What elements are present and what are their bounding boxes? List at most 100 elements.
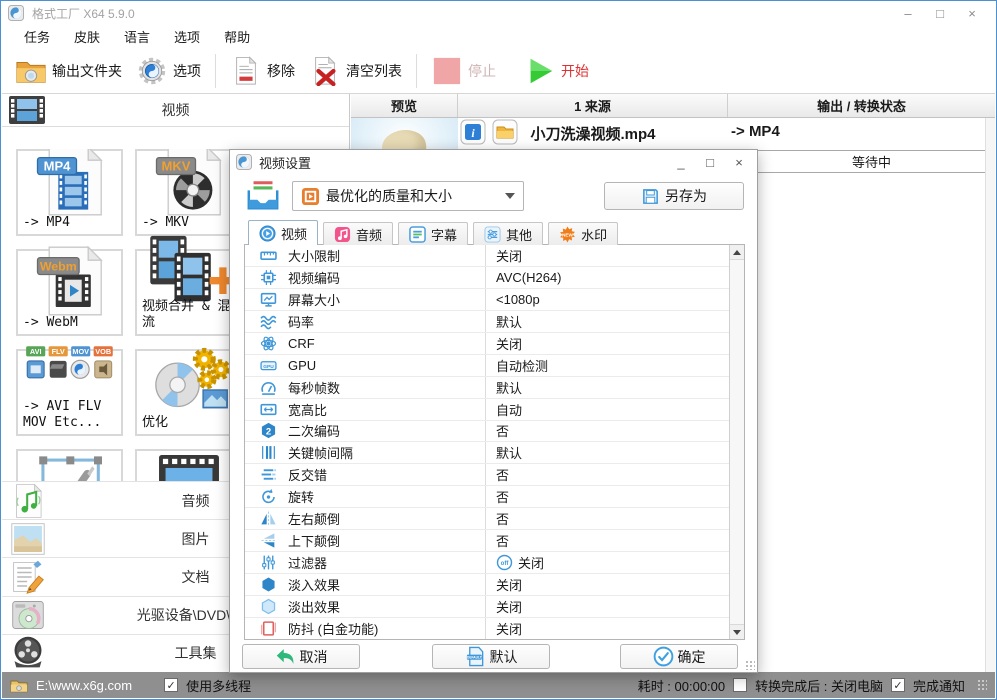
close-button[interactable]: × bbox=[963, 6, 981, 21]
toolbar-start-button[interactable]: 开始 bbox=[517, 52, 596, 90]
toolbar-remove-button[interactable]: 移除 bbox=[223, 52, 302, 90]
setting-label-cell: 上下颠倒 bbox=[245, 530, 486, 551]
preset-box-icon bbox=[242, 178, 284, 214]
setting-value: 默认 bbox=[496, 378, 522, 397]
setting-row-fade-in[interactable]: 淡入效果关闭 bbox=[245, 574, 729, 596]
setting-row-bitrate[interactable]: 码率默认 bbox=[245, 311, 729, 333]
ok-button[interactable]: 确定 bbox=[620, 644, 738, 669]
dialog-title-bar: 视频设置 _ □ × bbox=[230, 150, 757, 174]
menu-item-3[interactable]: 选项 bbox=[170, 25, 204, 48]
filter-icon bbox=[260, 554, 277, 571]
video-category-label: 视频 bbox=[2, 100, 349, 120]
default-button[interactable]: DEFAULT 默认 bbox=[432, 644, 550, 669]
menu-item-2[interactable]: 语言 bbox=[120, 25, 154, 48]
setting-row-filter[interactable]: 过滤器off关闭 bbox=[245, 552, 729, 574]
format-tile--webm[interactable]: Webm-> WebM bbox=[16, 249, 123, 336]
format-tile-label: -> WebM bbox=[23, 315, 119, 331]
setting-value: 关闭 bbox=[496, 334, 522, 353]
cancel-button[interactable]: 取消 bbox=[242, 644, 360, 669]
dialog-close-button[interactable]: × bbox=[731, 155, 747, 170]
setting-row-encoder[interactable]: 视频编码AVC(H264) bbox=[245, 267, 729, 289]
toolbar-stop-button[interactable]: 停止 bbox=[424, 52, 503, 90]
start-icon bbox=[524, 56, 556, 86]
tab-video-icon bbox=[259, 225, 276, 242]
toolbar-output-folder-button[interactable]: 输出文件夹 bbox=[8, 52, 129, 90]
format-tile--mp4[interactable]: MP4-> MP4 bbox=[16, 149, 123, 236]
format-tile--avi-flv-mov-etc-[interactable]: AVIFLVMOVVOB-> AVI FLV MOV Etc... bbox=[16, 349, 123, 436]
tab-label: 水印 bbox=[581, 225, 607, 244]
format-tile-6[interactable] bbox=[16, 449, 123, 481]
dialog-minimize-button[interactable]: _ bbox=[673, 155, 689, 170]
toolbar-button-label: 清空列表 bbox=[346, 61, 402, 81]
tab-0[interactable]: 视频 bbox=[248, 220, 318, 245]
tab-2[interactable]: 字幕 bbox=[398, 222, 468, 245]
minimize-button[interactable]: – bbox=[899, 6, 917, 21]
sidebar-category-video[interactable]: 视频 bbox=[2, 94, 349, 127]
menu-bar: 任务皮肤语言选项帮助 bbox=[2, 24, 995, 48]
notify-checkbox[interactable]: ✓ bbox=[891, 678, 905, 692]
app-logo-icon bbox=[236, 154, 252, 170]
format-tile--[interactable]: 优化 bbox=[135, 349, 242, 436]
scroll-down-button[interactable] bbox=[730, 624, 744, 639]
output-path[interactable]: E:\www.x6g.com bbox=[36, 678, 132, 693]
dialog-resize-grip[interactable] bbox=[745, 660, 755, 670]
setting-row-fps[interactable]: 每秒帧数 默认 bbox=[245, 377, 729, 399]
save-as-button[interactable]: 另存为 bbox=[604, 182, 744, 210]
photo-icon bbox=[10, 521, 46, 557]
format-tile-7[interactable] bbox=[135, 449, 242, 481]
setting-row-keyframe-interval[interactable]: 关键帧间隔默认 bbox=[245, 442, 729, 464]
tab-3[interactable]: 其他 bbox=[473, 222, 543, 245]
setting-row-flip-vertical[interactable]: 上下颠倒否 bbox=[245, 530, 729, 552]
setting-row-aspect-ratio[interactable]: 宽高比自动 bbox=[245, 399, 729, 421]
multithread-checkbox[interactable]: ✓ bbox=[164, 678, 178, 692]
setting-row-size-limit[interactable]: 大小限制关闭 bbox=[245, 245, 729, 267]
tab-audio-icon bbox=[334, 226, 351, 243]
menu-item-4[interactable]: 帮助 bbox=[220, 25, 254, 48]
menu-item-1[interactable]: 皮肤 bbox=[70, 25, 104, 48]
shutdown-checkbox[interactable] bbox=[733, 678, 747, 692]
settings-scrollbar[interactable] bbox=[729, 245, 744, 639]
status-bar: E:\www.x6g.com ✓ 使用多线程 耗时 : 00:00:00 转换完… bbox=[2, 672, 995, 698]
setting-row-crf[interactable]: CRF关闭 bbox=[245, 333, 729, 355]
setting-value: 关闭 bbox=[496, 597, 522, 616]
toolbar-button-label: 开始 bbox=[561, 61, 589, 81]
window-resize-grip[interactable] bbox=[977, 679, 987, 691]
setting-label: 反交错 bbox=[288, 465, 327, 484]
clear-doc-icon bbox=[309, 56, 341, 86]
setting-row-flip-horizontal[interactable]: 左右颠倒否 bbox=[245, 508, 729, 530]
toolbar-options-button[interactable]: 选项 bbox=[129, 52, 208, 90]
toolbar-button-label: 输出文件夹 bbox=[52, 61, 122, 81]
setting-label: 每秒帧数 bbox=[288, 378, 340, 397]
format-tile--mkv[interactable]: MKV-> MKV bbox=[135, 149, 242, 236]
column-preview: 预览 bbox=[351, 94, 458, 117]
tab-label: 字幕 bbox=[431, 225, 457, 244]
setting-row-gpu[interactable]: GPUGPU自动检测 bbox=[245, 355, 729, 377]
scroll-up-button[interactable] bbox=[730, 245, 744, 260]
toolbar-clear-list-button[interactable]: 清空列表 bbox=[302, 52, 409, 90]
setting-row-two-pass[interactable]: 2二次编码否 bbox=[245, 421, 729, 443]
settings-table: 大小限制关闭视频编码AVC(H264)屏幕大小<1080p码率默认CRF关闭GP… bbox=[244, 244, 745, 640]
svg-text:GPU: GPU bbox=[263, 364, 274, 370]
dialog-maximize-button[interactable]: □ bbox=[702, 155, 718, 170]
file-list-scrollbar[interactable] bbox=[985, 118, 995, 672]
setting-label-cell: 关键帧间隔 bbox=[245, 442, 486, 463]
setting-value-cell: 关闭 bbox=[486, 333, 729, 354]
menu-item-0[interactable]: 任务 bbox=[20, 25, 54, 48]
tab-1[interactable]: 音频 bbox=[323, 222, 393, 245]
setting-row-stabilize[interactable]: 防抖 (白金功能)关闭 bbox=[245, 618, 729, 639]
setting-label-cell: 2二次编码 bbox=[245, 421, 486, 442]
format-tile--[interactable]: 视频合并 & 混流 bbox=[135, 249, 242, 336]
tab-other-icon bbox=[484, 226, 501, 243]
source-filename[interactable]: 小刀洗澡视频.mp4 bbox=[458, 123, 728, 144]
setting-row-fade-out[interactable]: 淡出效果关闭 bbox=[245, 596, 729, 618]
setting-row-rotate[interactable]: 旋转否 bbox=[245, 486, 729, 508]
setting-row-deinterlace[interactable]: 反交错否 bbox=[245, 464, 729, 486]
crf-icon bbox=[260, 335, 277, 352]
maximize-button[interactable]: □ bbox=[931, 6, 949, 21]
setting-row-screen-size[interactable]: 屏幕大小<1080p bbox=[245, 289, 729, 311]
column-output-status: 输出 / 转换状态 bbox=[728, 94, 995, 117]
tab-4[interactable]: NEW水印 bbox=[548, 222, 618, 245]
preset-dropdown[interactable]: 最优化的质量和大小 bbox=[292, 181, 524, 211]
screen-size-icon bbox=[260, 291, 277, 308]
toolbar: 输出文件夹选项移除 清空列表 停止 开始 bbox=[2, 48, 995, 94]
